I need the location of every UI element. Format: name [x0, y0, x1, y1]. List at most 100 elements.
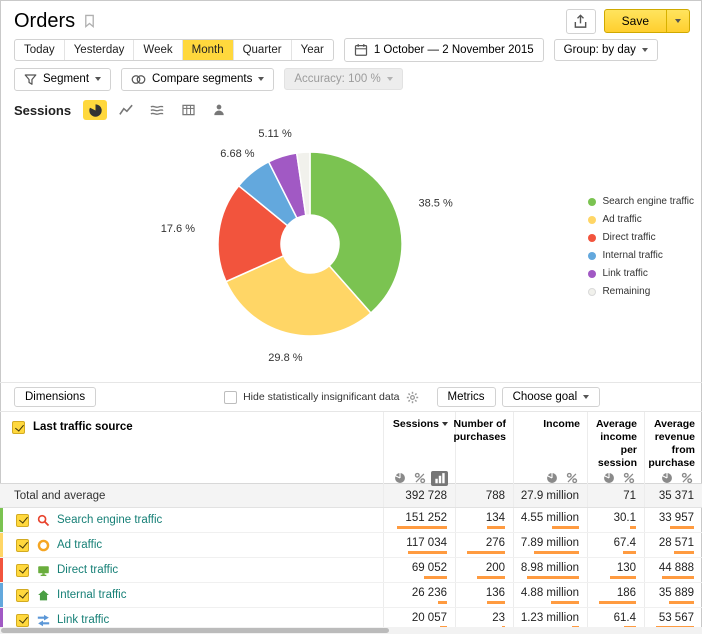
table-body: Search engine traffic 151 2521344.55 mill… [0, 508, 702, 633]
dimension-header-label: Last traffic source [33, 421, 133, 433]
source-link[interactable]: Ad traffic [57, 539, 102, 551]
metric-value: 136 [486, 587, 505, 599]
source-link[interactable]: Link traffic [57, 614, 109, 626]
metric-value: 44 888 [659, 562, 694, 574]
export-button[interactable] [566, 9, 596, 34]
select-all-checkbox[interactable] [12, 421, 25, 434]
legend-item-remaining[interactable]: Remaining [588, 286, 694, 297]
metric-value-cell[interactable]: 4.88 million [513, 583, 587, 607]
legend-label: Link traffic [602, 268, 647, 279]
title-wrap: Orders [14, 10, 96, 33]
metric-value-cell[interactable]: 33 957 [644, 508, 702, 532]
stacked-area-type-icon[interactable] [145, 100, 169, 120]
group-by-select[interactable]: Group: by day [554, 39, 658, 61]
save-button[interactable]: Save [605, 10, 666, 32]
caret-down-icon [387, 77, 393, 81]
save-dropdown-button[interactable] [666, 10, 689, 32]
legend-item-ad-traffic[interactable]: Ad traffic [588, 214, 694, 225]
total-value: 27.9 million [521, 490, 579, 502]
period-tab-quarter[interactable]: Quarter [234, 40, 292, 60]
metric-value-cell[interactable]: 26 236 [383, 583, 455, 607]
direct-icon [36, 563, 50, 577]
line-chart-type-icon[interactable] [114, 100, 138, 120]
table-row-internal-traffic: Internal traffic 26 236 136 4.88 million 186… [0, 583, 702, 608]
ad-icon [36, 538, 50, 552]
horizontal-scrollbar-thumb[interactable] [1, 628, 389, 633]
source-link[interactable]: Direct traffic [57, 564, 118, 576]
metric-value-cell[interactable]: 35 889 [644, 583, 702, 607]
metric-value-cell[interactable]: 69 052 [383, 558, 455, 582]
row-checkbox[interactable] [16, 514, 29, 527]
legend-item-direct-traffic[interactable]: Direct traffic [588, 232, 694, 243]
compare-segments-label: Compare segments [152, 73, 252, 85]
source-link[interactable]: Search engine traffic [57, 514, 162, 526]
row-checkbox[interactable] [16, 614, 29, 627]
column-header-sessions[interactable]: Sessions [383, 412, 455, 491]
gear-icon[interactable] [406, 391, 419, 404]
row-checkbox[interactable] [16, 564, 29, 577]
metric-value-cell[interactable]: 130 [587, 558, 644, 582]
pie-slice-label: 17.6 % [161, 223, 195, 235]
legend-item-link-traffic[interactable]: Link traffic [588, 268, 694, 279]
metric-value: 30.1 [614, 512, 636, 524]
metric-value-cell[interactable]: 44 888 [644, 558, 702, 582]
segment-button[interactable]: Segment [14, 68, 111, 91]
metric-value-cell[interactable]: 151 252 [383, 508, 455, 532]
value-bar [623, 551, 636, 554]
metrics-button[interactable]: Metrics [437, 387, 496, 407]
period-tab-week[interactable]: Week [134, 40, 182, 60]
choose-goal-select[interactable]: Choose goal [502, 387, 601, 407]
hide-insignificant-label: Hide statistically insignificant data [243, 391, 399, 403]
period-tab-yesterday[interactable]: Yesterday [65, 40, 135, 60]
metric-value-cell[interactable]: 28 571 [644, 533, 702, 557]
pie-chart-type-icon[interactable] [83, 100, 107, 120]
bookmark-icon[interactable] [83, 14, 96, 28]
date-range-button[interactable]: 1 October — 2 November 2015 [344, 38, 544, 62]
value-bar [487, 526, 505, 529]
total-value: 35 371 [659, 490, 694, 502]
period-tab-year[interactable]: Year [292, 40, 333, 60]
metric-value-cell[interactable]: 117 034 [383, 533, 455, 557]
legend-item-internal-traffic[interactable]: Internal traffic [588, 250, 694, 261]
row-checkbox[interactable] [16, 539, 29, 552]
metric-value-cell[interactable]: 136 [455, 583, 513, 607]
total-value: 71 [623, 490, 636, 502]
value-bar [397, 526, 447, 529]
export-icon [573, 14, 588, 29]
metric-value-cell[interactable]: 8.98 million [513, 558, 587, 582]
period-tab-month[interactable]: Month [183, 40, 234, 60]
metric-value-cell[interactable]: 276 [455, 533, 513, 557]
metric-value-cell[interactable]: 200 [455, 558, 513, 582]
row-source-cell: Internal traffic [0, 583, 383, 607]
person-type-icon[interactable] [207, 100, 231, 120]
legend-dot [588, 288, 596, 296]
chart-type-switcher [83, 100, 231, 120]
row-source-cell: Ad traffic [0, 533, 383, 557]
series-color-stripe [0, 558, 3, 582]
legend-label: Internal traffic [602, 250, 662, 261]
metric-value-cell[interactable]: 4.55 million [513, 508, 587, 532]
metric-value: 7.89 million [521, 537, 579, 549]
metric-value-cell[interactable]: 7.89 million [513, 533, 587, 557]
period-tab-today[interactable]: Today [15, 40, 65, 60]
horizontal-scrollbar[interactable] [0, 627, 702, 634]
compare-segments-button[interactable]: Compare segments [121, 68, 274, 91]
legend-item-search-engine-traffic[interactable]: Search engine traffic [588, 196, 694, 207]
hide-insignificant-checkbox[interactable] [224, 391, 237, 404]
metric-value: 23 [492, 612, 505, 624]
metric-value: 130 [617, 562, 636, 574]
metric-value: 4.88 million [521, 587, 579, 599]
sort-caret-icon [442, 422, 448, 426]
source-link[interactable]: Internal traffic [57, 589, 126, 601]
metric-value-cell[interactable]: 30.1 [587, 508, 644, 532]
metric-value-cell[interactable]: 134 [455, 508, 513, 532]
dimensions-button[interactable]: Dimensions [14, 387, 96, 407]
series-color-stripe [0, 508, 3, 532]
metric-value-cell[interactable]: 67.4 [587, 533, 644, 557]
column-header-text: Income [543, 418, 580, 430]
table-row-ad-traffic: Ad traffic 117 034276 7.89 million 67.428 5… [0, 533, 702, 558]
metric-value-cell[interactable]: 186 [587, 583, 644, 607]
data-table-type-icon[interactable] [176, 100, 200, 120]
row-checkbox[interactable] [16, 589, 29, 602]
total-label: Total and average [14, 490, 105, 502]
